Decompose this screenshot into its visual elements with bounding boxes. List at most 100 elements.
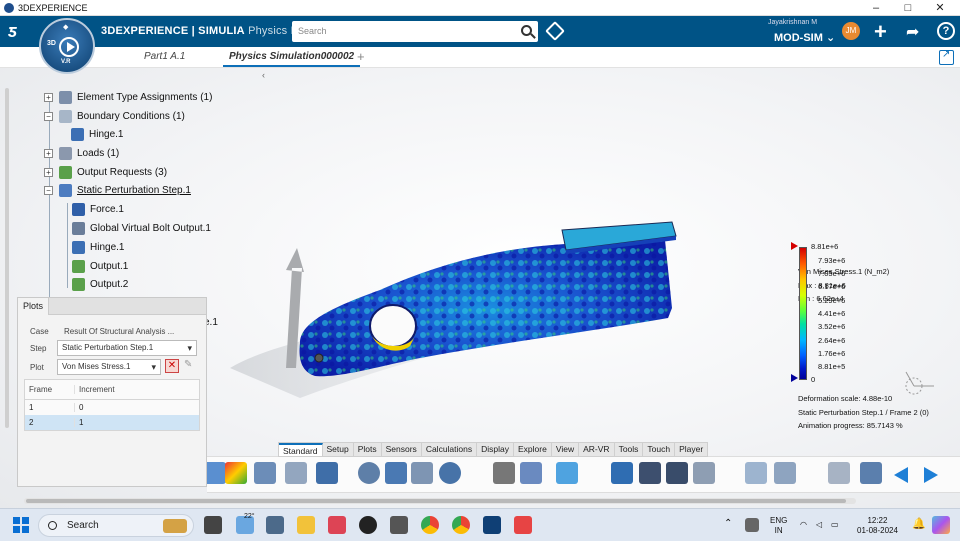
tree-node-element-type[interactable]: + Element Type Assignments (1) [44, 89, 212, 106]
plot-dropdown[interactable]: Von Mises Stress.1 [57, 359, 161, 375]
tab-setup[interactable]: Setup [323, 443, 354, 456]
tray-app-icon[interactable] [745, 518, 759, 532]
clock[interactable]: 12:22 01-08-2024 [857, 516, 898, 536]
collapse-toggle-icon[interactable]: − [44, 112, 53, 121]
edit-icon[interactable]: ✎ [184, 359, 192, 370]
minimize-button[interactable]: – [860, 0, 892, 16]
cylinder-icon[interactable] [611, 462, 633, 484]
zoom-icon[interactable] [358, 462, 380, 484]
share-icon[interactable]: ➦ [906, 22, 919, 42]
volume-icon[interactable]: ◁ [816, 520, 822, 530]
copilot-icon[interactable] [932, 516, 950, 534]
expand-icon[interactable] [939, 49, 954, 65]
table-row[interactable]: 1 0 [25, 400, 199, 415]
file-explorer-icon[interactable] [297, 516, 315, 534]
plot-settings-icon[interactable]: ✕ [165, 359, 179, 373]
view-selected-icon[interactable] [745, 462, 767, 484]
tray-chevron-icon[interactable]: ⌃ [724, 519, 732, 529]
monitor-icon[interactable] [254, 462, 276, 484]
plots-title[interactable]: Plots [18, 298, 50, 315]
contour-plot-icon[interactable] [225, 462, 247, 484]
chrome-profile-icon[interactable] [452, 516, 470, 534]
legend-max-marker[interactable] [791, 242, 798, 250]
app-e-icon[interactable] [390, 516, 408, 534]
tab-sensors[interactable]: Sensors [382, 443, 422, 456]
avatar[interactable]: JM [842, 22, 860, 40]
maximize-button[interactable]: □ [892, 0, 924, 16]
expand-toggle-icon[interactable]: + [44, 93, 53, 102]
tree-node-hinge-1b[interactable]: Hinge.1 [72, 239, 124, 256]
render-settings-icon[interactable] [639, 462, 661, 484]
compare-icon[interactable] [828, 462, 850, 484]
view-mode-icon[interactable] [520, 462, 542, 484]
compass-top-icon[interactable]: ◆ [63, 23, 68, 31]
tab-view[interactable]: View [552, 443, 580, 456]
table-row-selected[interactable]: 2 1 [25, 415, 199, 430]
taskbar-search[interactable]: Search [38, 514, 194, 537]
display-icon[interactable] [285, 462, 307, 484]
pan-icon[interactable] [385, 462, 407, 484]
tree-collapse-icon[interactable]: ‹ [262, 70, 265, 80]
expand-toggle-icon[interactable]: + [44, 149, 53, 158]
notification-icon[interactable]: 🔔 [912, 519, 926, 530]
compass-widget[interactable]: ◆ 3D V.R [39, 18, 95, 74]
wifi-icon[interactable]: ◠ [800, 520, 807, 530]
tree-node-static-step[interactable]: − Static Perturbation Step.1 [44, 182, 191, 199]
visibility-icon[interactable] [774, 462, 796, 484]
tree-node-output-1[interactable]: Output.1 [72, 258, 128, 275]
tag-icon[interactable] [545, 21, 565, 41]
tree-node-loads[interactable]: + Loads (1) [44, 145, 119, 162]
axis-triad[interactable] [905, 371, 934, 395]
horizontal-scrollbar[interactable] [24, 498, 856, 504]
tab-standard[interactable]: Standard [279, 443, 323, 456]
ds-logo-icon[interactable]: ƽ [8, 21, 17, 42]
tree-node-output-2[interactable]: Output.2 [72, 276, 128, 293]
tree-node-bolt-output[interactable]: Global Virtual Bolt Output.1 [72, 220, 211, 237]
tab-tools[interactable]: Tools [615, 443, 644, 456]
expand-toggle-icon[interactable]: + [44, 168, 53, 177]
tab-plots[interactable]: Plots [354, 443, 382, 456]
tab-ar-vr[interactable]: AR-VR [579, 443, 615, 456]
tab-display[interactable]: Display [477, 443, 514, 456]
compass-play-icon[interactable] [59, 37, 79, 57]
tree-node-force-1[interactable]: Force.1 [72, 201, 124, 218]
capture-icon[interactable] [493, 462, 515, 484]
tab-calculations[interactable]: Calculations [422, 443, 478, 456]
table-view-icon[interactable] [316, 462, 338, 484]
tree-node-output-requests[interactable]: + Output Requests (3) [44, 164, 167, 181]
tab-player[interactable]: Player [675, 443, 707, 456]
settings-icon[interactable] [266, 516, 284, 534]
shading-icon[interactable] [693, 462, 715, 484]
tab-part1[interactable]: Part1 A.1 [144, 51, 185, 62]
windows-start-icon[interactable] [13, 517, 29, 533]
media-player-icon[interactable] [359, 516, 377, 534]
task-view-icon[interactable] [204, 516, 222, 534]
tab-touch[interactable]: Touch [643, 443, 676, 456]
next-icon[interactable] [924, 467, 938, 483]
new-tab-button[interactable]: + [357, 49, 365, 64]
tree-node-boundary-conditions[interactable]: − Boundary Conditions (1) [44, 108, 185, 125]
step-dropdown[interactable]: Static Perturbation Step.1 [57, 340, 197, 356]
iso-view-icon[interactable] [556, 462, 578, 484]
legend-min-marker[interactable] [791, 374, 798, 382]
tab-physics-simulation[interactable]: Physics Simulation000002 [222, 51, 361, 67]
recorder-icon[interactable] [514, 516, 532, 534]
rotate-icon[interactable] [411, 462, 433, 484]
lang-indicator[interactable]: ENG IN [770, 516, 787, 536]
close-button[interactable]: ✕ [924, 0, 956, 16]
search-zoom-icon[interactable] [439, 462, 461, 484]
search-box[interactable]: Search [292, 21, 538, 42]
3dexperience-icon[interactable] [483, 516, 501, 534]
export-icon[interactable] [204, 462, 226, 484]
add-icon[interactable]: + [874, 19, 887, 45]
context-selector[interactable]: MOD-SIM ⌄ [774, 31, 835, 44]
help-icon[interactable]: ? [937, 22, 955, 40]
collapse-toggle-icon[interactable]: − [44, 186, 53, 195]
search-icon[interactable] [521, 25, 532, 36]
tree-node-hinge-1[interactable]: Hinge.1 [71, 126, 123, 143]
tab-explore[interactable]: Explore [514, 443, 552, 456]
store-icon[interactable] [328, 516, 346, 534]
scroll-thumb[interactable] [26, 499, 846, 503]
previous-icon[interactable] [894, 467, 908, 483]
material-icon[interactable] [666, 462, 688, 484]
